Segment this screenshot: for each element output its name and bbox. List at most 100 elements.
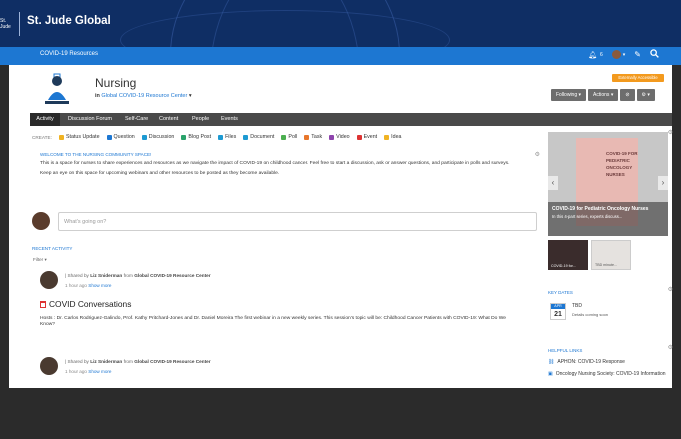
tab-content[interactable]: Content [159,113,178,126]
create-item-label: Idea [391,134,402,140]
helpful-link-label[interactable]: Oncology Nursing Society: COVID-19 Infor… [556,371,666,377]
post-time: 1 hour ago Show more [65,283,111,288]
create-item-label: Status Update [65,134,100,140]
create-video-button[interactable]: Video [329,134,350,140]
helpful-link[interactable]: ⛓ APHON: COVID-19 Response [548,359,670,365]
create-task-button[interactable]: Task [304,134,322,140]
carousel-caption[interactable]: COVID-19 for Pediatric Oncology Nurses I… [548,202,668,236]
following-button[interactable]: Following ▾ [551,89,587,101]
screen: St. Jude St. Jude Global COVID-19 Resour… [0,0,681,439]
nav-icons: 🔔︎ 6 ▾ ✎ [588,49,659,60]
featured-carousel: COVID-19 FOR PEDIATRIC ONCOLOGY NURSES C… [548,132,668,236]
gear-icon[interactable]: ⚙ [668,129,673,136]
welcome-title: WELCOME TO THE NURSING COMMUNITY SPACE! [40,152,152,157]
show-more-link[interactable]: Show more [88,369,111,374]
helpful-link[interactable]: ▣ Oncology Nursing Society: COVID-19 Info… [548,371,670,377]
create-poll-button[interactable]: Poll [281,134,297,140]
event-icon [356,134,362,140]
create-toolbar: CREATE: Status Update Question Discussion Bl… [32,134,401,140]
helpful-link-label[interactable]: APHON: COVID-19 Response [557,359,625,365]
task-icon [304,134,310,140]
create-blog-post-button[interactable]: Blog Post [181,134,211,140]
shared-by-label: | Shared by [65,273,89,278]
avatar[interactable] [40,357,58,375]
bell-icon[interactable]: 🔔︎ [588,51,597,59]
create-label: CREATE: [32,134,52,140]
create-files-button[interactable]: Files [218,134,236,140]
actions-button[interactable]: Actions ▾ [588,89,619,101]
link-icon: ⛓ [548,359,555,365]
user-avatar[interactable] [611,50,621,59]
externally-accessible-badge: Externally Accessible [612,74,664,82]
poll-icon [281,134,287,140]
author-link[interactable]: Liz Sniderman [90,359,122,364]
filter-dropdown[interactable]: Filter ▾ [33,257,47,263]
show-more-link[interactable]: Show more [88,283,111,288]
gear-icon[interactable]: ⚙ [535,151,540,158]
from-label: from [123,359,133,364]
brand-logo[interactable]: St. Jude [0,18,18,38]
gear-icon[interactable]: ⚙ [668,286,673,293]
tab-discussion-forum[interactable]: Discussion Forum [68,113,112,126]
thumbnail-label: COVID-19 for... [551,264,576,268]
tab-people[interactable]: People [192,113,209,126]
thumbnail-label: TBD minute... [595,263,617,267]
place-parent: in Global COVID-19 Resource Center ▾ [95,93,192,99]
thumbnail[interactable]: COVID-19 for... [548,240,588,270]
chevron-left-icon[interactable]: ‹ [548,176,558,190]
create-status-update-button[interactable]: Status Update [58,134,100,140]
date-title[interactable]: TBD [572,303,582,309]
date-box: APR 21 [550,303,566,320]
search-icon[interactable] [650,49,659,60]
key-dates-widget: KEY DATES ⚙ APR 21 TBD Details coming so… [548,287,673,320]
post-time: 1 hour ago Show more [65,369,111,374]
create-document-button[interactable]: Document [243,134,274,140]
tab-self-care[interactable]: Self-Care [125,113,148,126]
nurse-icon [37,70,77,110]
brand-bar: St. Jude St. Jude Global [0,0,681,47]
post-title[interactable]: COVID Conversations [40,299,131,309]
timestamp: 1 hour ago [65,283,87,288]
create-idea-button[interactable]: Idea [384,134,401,140]
welcome-paragraph-2: Keep an eye on this space for upcoming w… [40,171,280,177]
notification-count: 6 [600,51,603,58]
caption-title: COVID-19 for Pediatric Oncology Nurses [552,206,649,212]
recent-activity-title: RECENT ACTIVITY [32,246,73,251]
chevron-down-icon[interactable]: ▾ [623,52,626,58]
source-link[interactable]: Global COVID-19 Resource Center [134,273,210,278]
place-parent-link[interactable]: Global COVID-19 Resource Center [101,93,187,99]
post-title-text[interactable]: COVID Conversations [49,299,131,309]
place-actions: Following ▾ Actions ▾ ⊘ ⚙ ▾ [551,89,655,101]
avatar [32,212,50,230]
create-question-button[interactable]: Question [106,134,135,140]
files-icon [218,134,224,140]
helpful-links-title: HELPFUL LINKS [548,348,583,353]
author-link[interactable]: Liz Sniderman [90,273,122,278]
status-input[interactable]: What's going on? [58,212,537,231]
chevron-right-icon[interactable]: › [658,176,668,190]
top-nav: COVID-19 Resources 🔔︎ 6 ▾ ✎ [0,47,681,65]
create-discussion-button[interactable]: Discussion [141,134,174,140]
nav-covid-resources-link[interactable]: COVID-19 Resources [40,51,98,57]
tab-events[interactable]: Events [221,113,238,126]
tab-activity[interactable]: Activity [30,113,60,126]
pencil-icon[interactable]: ✎ [634,50,641,59]
gear-icon[interactable]: ⚙ [668,344,673,351]
thumbnail[interactable]: TBD minute... [591,240,631,270]
brand-title[interactable]: St. Jude Global [27,15,111,27]
date-day: 21 [554,311,562,318]
activity-post: | Shared by Liz Sniderman from Global CO… [40,271,535,341]
shared-by-label: | Shared by [65,359,89,364]
post-meta: | Shared by Liz Sniderman from Global CO… [65,359,211,364]
avatar[interactable] [40,271,58,289]
post-meta: | Shared by Liz Sniderman from Global CO… [65,273,211,278]
source-link[interactable]: Global COVID-19 Resource Center [134,359,210,364]
create-item-label: Task [311,134,323,140]
question-icon [106,134,112,140]
chevron-down-icon[interactable]: ▾ [189,93,192,99]
activity-post: | Shared by Liz Sniderman from Global CO… [40,357,535,387]
create-event-button[interactable]: Event [356,134,377,140]
settings-button[interactable]: ⚙ ▾ [636,89,655,101]
ban-button[interactable]: ⊘ [620,89,635,101]
create-item-label: Document [250,134,275,140]
